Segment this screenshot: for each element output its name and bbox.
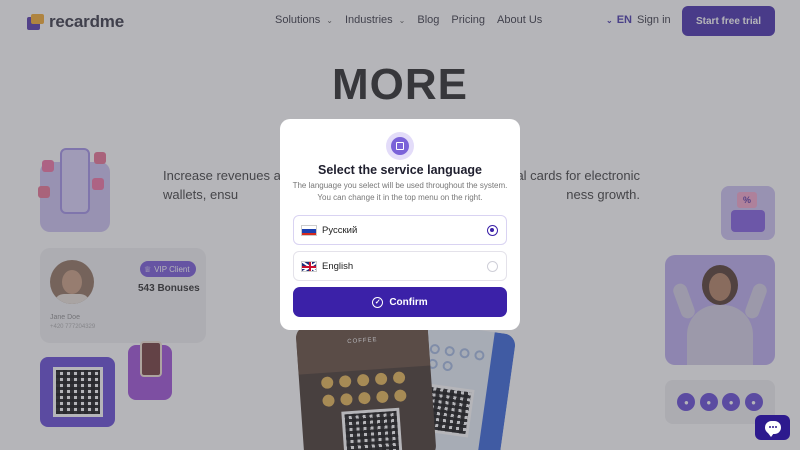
check-circle-icon: ✓ [372,296,384,308]
modal-title: Select the service language [318,163,482,177]
language-select-modal: Select the service language The language… [280,119,520,330]
radio-selected[interactable] [487,225,498,236]
language-option-english[interactable]: English [293,251,507,281]
radio-unselected[interactable] [487,261,498,272]
chat-widget-button[interactable] [755,415,790,440]
translate-icon [386,132,414,160]
language-label: Русский [322,224,358,236]
language-option-russian[interactable]: Русский [293,215,507,245]
confirm-label: Confirm [389,296,428,308]
chat-bubble-icon [764,421,781,437]
modal-description: The language you select will be used thr… [292,181,508,202]
ru-flag-icon [301,224,317,236]
uk-flag-icon [301,260,317,272]
language-label: English [322,260,354,272]
confirm-button[interactable]: ✓ Confirm [293,287,507,317]
